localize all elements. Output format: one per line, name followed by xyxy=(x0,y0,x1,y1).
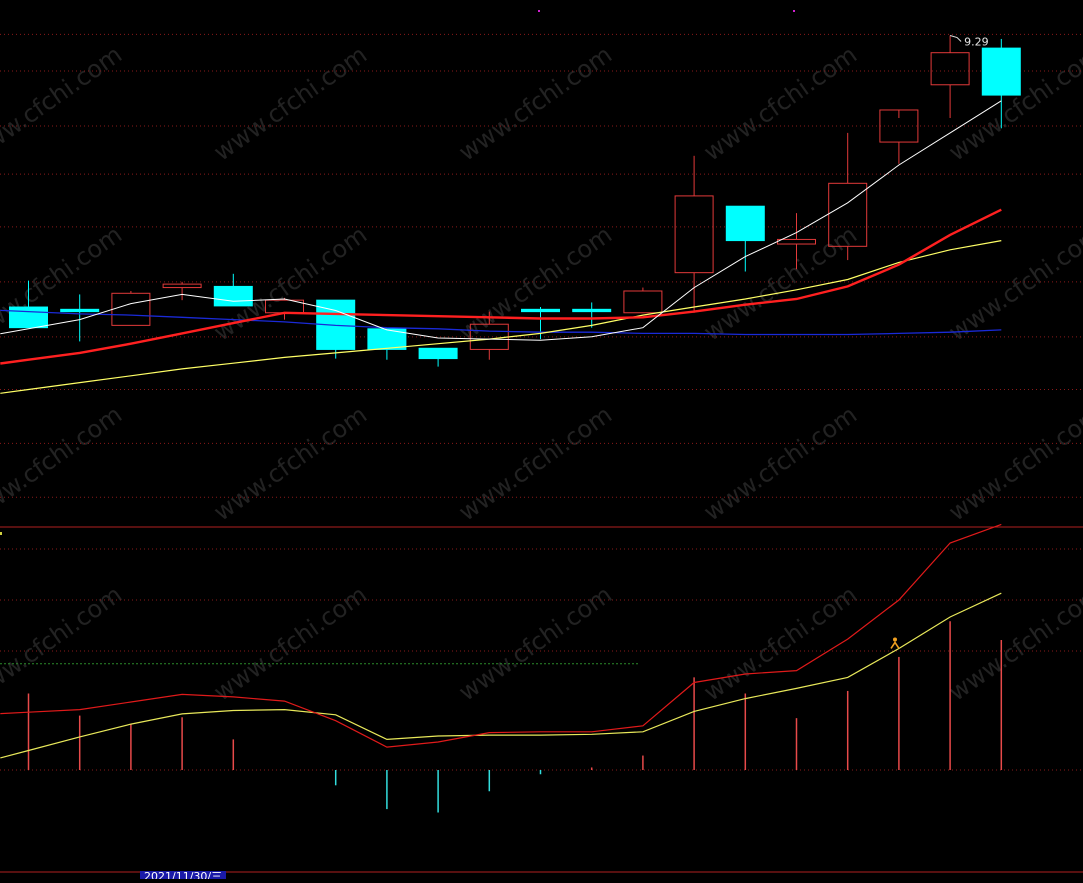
max-price-pointer xyxy=(949,35,962,42)
candle xyxy=(162,281,202,301)
watermark-text: www.cfchi.com xyxy=(209,580,372,706)
candle-body xyxy=(213,285,253,307)
watermark-text: www.cfchi.com xyxy=(0,400,127,526)
candle xyxy=(674,155,714,313)
candle-body xyxy=(9,306,48,329)
watermark-text: www.cfchi.com xyxy=(209,40,372,166)
watermark-text: www.cfchi.com xyxy=(454,400,617,526)
dif-line xyxy=(0,523,1002,748)
watermark-text: www.cfchi.com xyxy=(0,580,127,706)
watermark-text: www.cfchi.com xyxy=(699,400,862,526)
candle xyxy=(316,299,356,359)
candle xyxy=(367,328,407,360)
candle xyxy=(418,347,458,367)
watermark-text: www.cfchi.com xyxy=(454,580,617,706)
candle xyxy=(725,205,765,272)
chart-canvas: www.cfchi.com www.cfchi.com www.cfchi.com w… xyxy=(0,0,1083,879)
candle xyxy=(60,294,100,342)
candle-body xyxy=(60,308,100,313)
watermark-layer: www.cfchi.com www.cfchi.com www.cfchi.com w… xyxy=(0,40,1083,706)
top-marker xyxy=(538,10,540,12)
candle-body xyxy=(930,52,970,86)
candle xyxy=(572,302,612,328)
candle-body xyxy=(572,308,612,313)
watermark-text: www.cfchi.com xyxy=(944,220,1083,346)
candle xyxy=(623,287,663,314)
watermark-text: www.cfchi.com xyxy=(699,40,862,166)
candle-body xyxy=(777,238,816,245)
candle-body xyxy=(674,195,714,274)
candle-body xyxy=(418,347,458,360)
stock-chart: www.cfchi.com www.cfchi.com www.cfchi.com w… xyxy=(0,10,1083,873)
watermark-text: www.cfchi.com xyxy=(454,220,617,346)
top-marker xyxy=(793,10,795,12)
candle-body xyxy=(111,292,151,326)
watermark-text: www.cfchi.com xyxy=(944,400,1083,526)
left-edge-tick xyxy=(0,532,2,535)
signal-runner-icon xyxy=(890,637,900,649)
candle xyxy=(879,109,919,164)
watermark-text: www.cfchi.com xyxy=(454,40,617,166)
watermark-text: www.cfchi.com xyxy=(0,40,127,166)
watermark-text: www.cfchi.com xyxy=(699,580,862,706)
candle-body xyxy=(623,290,663,314)
runner-head xyxy=(893,637,897,642)
date-label: 2021/11/30/三 xyxy=(140,871,227,879)
candle-body xyxy=(521,308,560,313)
watermark-text: www.cfchi.com xyxy=(209,400,372,526)
max-price-label: 9.29 xyxy=(964,36,989,49)
runner-body xyxy=(890,641,900,649)
candle-body xyxy=(981,47,1021,96)
candle-body xyxy=(725,205,765,242)
watermark-text: www.cfchi.com xyxy=(944,580,1083,706)
candle-body xyxy=(162,283,202,289)
